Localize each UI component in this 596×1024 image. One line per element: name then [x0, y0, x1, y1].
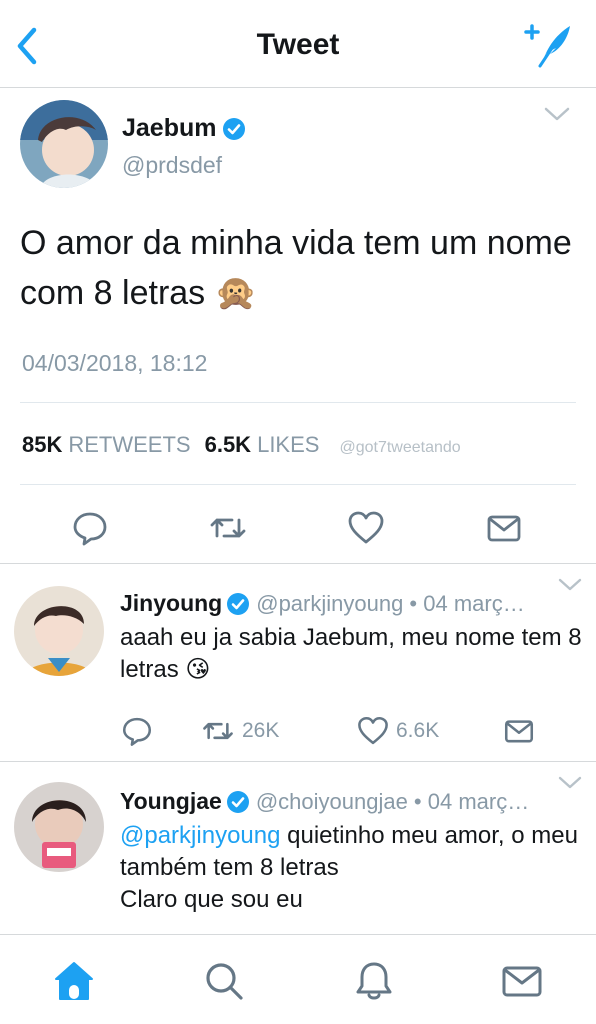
- heart-icon[interactable]: [346, 508, 386, 548]
- retweets-count: 85K: [22, 432, 63, 457]
- author-name[interactable]: Jaebum: [122, 114, 246, 143]
- like-count: 6.6K: [396, 719, 440, 742]
- retweets-label[interactable]: RETWEETS: [68, 432, 190, 458]
- notifications-bell-icon[interactable]: [352, 959, 396, 1003]
- search-icon[interactable]: [202, 959, 246, 1003]
- top-nav-bar: Tweet: [0, 0, 596, 88]
- messages-envelope-icon[interactable]: [500, 959, 544, 1003]
- reply-author-name[interactable]: Jinyoung: [120, 590, 222, 617]
- divider: [20, 402, 576, 403]
- tweet-text: O amor da minha vida tem um nome com 8 l…: [20, 224, 572, 312]
- page-title: Tweet: [256, 28, 340, 61]
- divider: [20, 484, 576, 485]
- envelope-icon[interactable]: [484, 508, 524, 548]
- reply-header: Youngjae @choiyoungjae • 04 març…: [120, 788, 560, 815]
- retweet-icon[interactable]: [208, 508, 248, 548]
- tweet-timestamp: 04/03/2018, 18:12: [22, 350, 208, 376]
- reply-text: aaah eu ja sabia Jaebum, meu nome tem 8 …: [120, 624, 582, 683]
- tweet-actions: [0, 508, 596, 568]
- verified-badge-icon: [226, 592, 250, 616]
- reply-text-line2: Claro que sou eu: [120, 886, 303, 913]
- chevron-down-icon[interactable]: [558, 774, 582, 792]
- likes-label[interactable]: LIKES: [257, 432, 319, 458]
- reply-tweet[interactable]: Youngjae @choiyoungjae • 04 març… @parkj…: [0, 762, 596, 934]
- reply-text: @parkjinyoung quietinho meu amor, o meu …: [120, 820, 586, 916]
- envelope-icon[interactable]: [502, 714, 536, 748]
- reply-actions: 26K 6.6K: [120, 714, 560, 750]
- compose-feather-icon[interactable]: [522, 20, 574, 68]
- heart-icon: [358, 716, 388, 745]
- bottom-tab-bar: [0, 934, 596, 1024]
- retweet-count: 26K: [242, 719, 280, 742]
- avatar[interactable]: [14, 586, 104, 676]
- reply-icon[interactable]: [70, 508, 110, 548]
- chevron-down-icon[interactable]: [558, 576, 582, 594]
- retweet-icon: [203, 722, 233, 740]
- like-button[interactable]: 6.6K: [356, 714, 439, 748]
- verified-badge-icon: [222, 117, 246, 141]
- avatar[interactable]: [20, 100, 108, 188]
- verified-badge-icon: [226, 790, 250, 814]
- likes-count: 6.5K: [204, 432, 252, 457]
- home-icon[interactable]: [52, 959, 96, 1003]
- reply-icon[interactable]: [120, 714, 154, 748]
- retweet-button[interactable]: 26K: [200, 714, 279, 748]
- mention-link[interactable]: @parkjinyoung: [120, 822, 280, 849]
- author-handle[interactable]: @prdsdef: [122, 152, 222, 179]
- reply-header: Jinyoung @parkjinyoung • 04 març…: [120, 590, 560, 617]
- tweet-stats: 85K RETWEETS 6.5K LIKES @got7tweetando: [22, 432, 461, 458]
- avatar[interactable]: [14, 782, 104, 872]
- watermark: @got7tweetando: [339, 439, 461, 456]
- chevron-down-icon[interactable]: [544, 104, 570, 124]
- author-name-label: Jaebum: [122, 114, 217, 142]
- reply-author-handle[interactable]: @parkjinyoung • 04 març…: [256, 591, 524, 617]
- reply-author-handle[interactable]: @choiyoungjae • 04 març…: [256, 789, 529, 815]
- reply-author-name[interactable]: Youngjae: [120, 788, 222, 815]
- reply-tweet[interactable]: Jinyoung @parkjinyoung • 04 març… aaah e…: [0, 564, 596, 760]
